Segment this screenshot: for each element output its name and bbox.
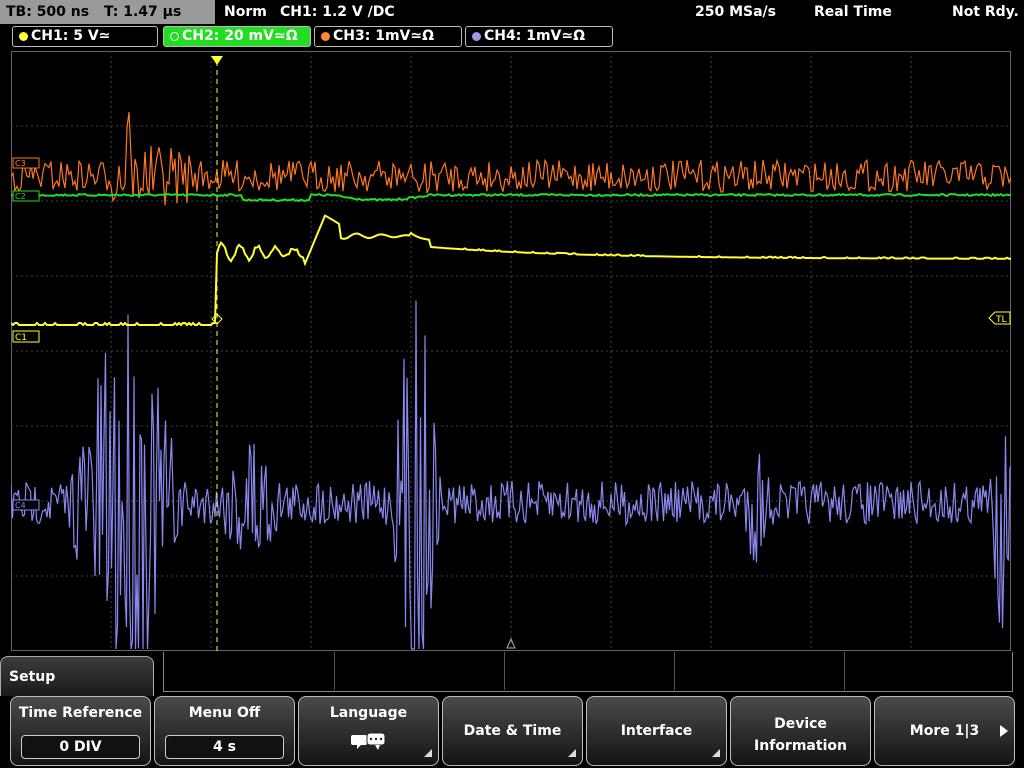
trigger-level-marker[interactable]: TL [988,311,1011,325]
tab-ch3-label: CH3: 1mV≃Ω [333,28,435,44]
device-information-label: Device Information [754,716,847,754]
status-bar: TB: 500 ns T: 1.47 µs Norm CH1: 1.2 V ∕D… [0,0,1024,24]
time-reference-value: 0 DIV [21,735,140,759]
ch3-dot-icon [321,32,330,41]
menu-off-label: Menu Off [188,705,261,721]
ch1-marker[interactable]: C1 [12,330,40,343]
ch1-dot-icon [19,32,28,41]
more-label: More 1|3 [909,723,980,739]
tab-ch2[interactable]: CH2: 20 mV≃Ω [163,26,311,47]
waveform-display[interactable]: C1 C2 C3 C4 TL [11,51,1011,651]
time-reference-label: Time Reference [18,705,143,721]
ch1-marker-label: C1 [15,333,27,343]
tab-ch3[interactable]: CH3: 1mV≃Ω [314,26,462,47]
device-information-button[interactable]: Device Information [730,696,871,766]
tab-ch1[interactable]: CH1: 5 V≃ [12,26,158,47]
tab-ch4[interactable]: CH4: 1mV≃Ω [465,26,613,47]
ch2-marker[interactable]: C2 [12,190,40,202]
menu-title: Setup [9,669,56,685]
date-time-button[interactable]: Date & Time [442,696,583,766]
language-button[interactable]: Language [298,696,439,766]
ch2-dot-icon [170,32,179,41]
more-button[interactable]: More 1|3 [874,696,1015,766]
acquisition-state: Not Rdy. [952,4,1019,20]
menu-off-value: 4 s [165,735,284,759]
tab-ch4-label: CH4: 1mV≃Ω [484,28,586,44]
sample-rate: 250 MSa/s [695,4,777,20]
time-reference-button[interactable]: Time Reference 0 DIV [10,696,151,766]
submenu-corner-icon [712,749,720,757]
arrow-right-icon [1000,725,1008,737]
submenu-corner-icon [424,749,432,757]
ch3-marker-label: C3 [15,159,26,168]
acquisition-mode: Real Time [814,4,892,20]
menu-title-tab: Setup [0,656,154,696]
tab-ch2-label: CH2: 20 mV≃Ω [182,28,298,44]
grid-lines [11,51,1011,651]
menu-info-strip [163,652,1013,692]
ch3-marker[interactable]: C3 [12,157,40,169]
ch2-marker-label: C2 [15,192,26,201]
interface-button[interactable]: Interface [586,696,727,766]
trigger-level-label: TL [995,315,1007,325]
ch4-marker-label: C4 [15,501,26,510]
trigger-position-icon[interactable] [211,56,223,65]
speech-bubbles-icon [351,732,386,750]
tab-ch1-label: CH1: 5 V≃ [31,28,111,44]
language-label: Language [329,705,408,721]
menu-off-button[interactable]: Menu Off 4 s [154,696,295,766]
trigger-source[interactable]: CH1: 1.2 V ∕DC [280,0,395,24]
ch4-dot-icon [472,32,481,41]
channel-tabs: CH1: 5 V≃ CH2: 20 mV≃Ω CH3: 1mV≃Ω CH4: 1… [0,26,1024,48]
trigger-mode[interactable]: Norm [224,0,267,24]
date-time-label: Date & Time [463,723,562,739]
trigger-time-readout: T: 1.47 µs [103,4,182,20]
timebase-box[interactable]: TB: 500 ns T: 1.47 µs [0,0,215,24]
interface-label: Interface [620,723,693,739]
ch4-marker[interactable]: C4 [12,499,40,511]
timebase-readout: TB: 500 ns [6,4,90,20]
submenu-corner-icon [568,749,576,757]
